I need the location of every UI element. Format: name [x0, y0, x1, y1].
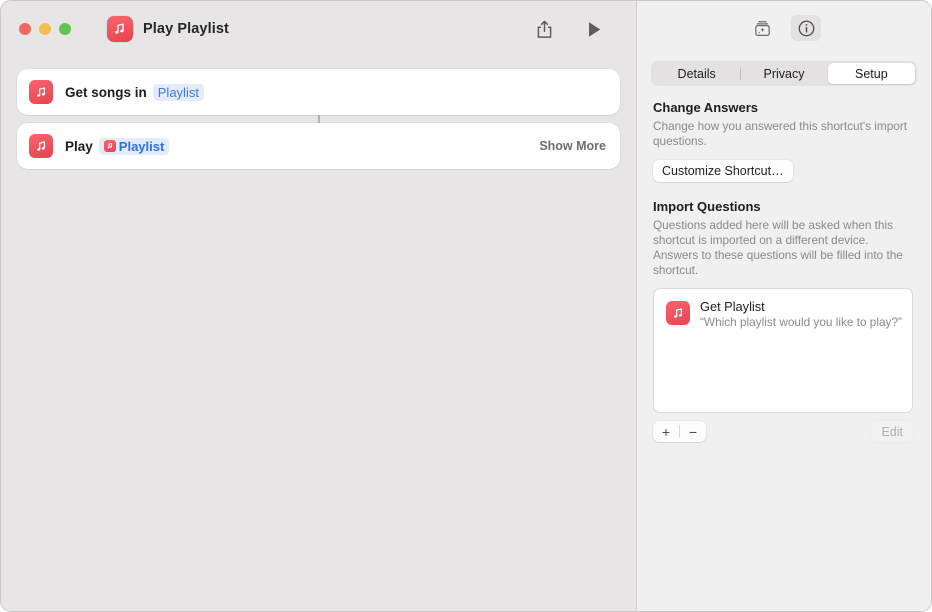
action-parameter-playlist[interactable]: Playlist — [152, 83, 204, 101]
action-variable-playlist[interactable]: Playlist — [98, 137, 170, 155]
add-remove-segmented-control: + − — [653, 421, 706, 442]
music-app-icon — [29, 134, 53, 158]
tab-divider — [740, 68, 742, 79]
question-prompt: “Which playlist would you like to play?” — [700, 315, 902, 329]
action-card-text: Play Playlist — [65, 137, 170, 155]
variable-label: Playlist — [118, 138, 165, 154]
share-icon[interactable] — [532, 17, 556, 41]
change-answers-description: Change how you answered this shortcut's … — [653, 119, 908, 148]
action-label: Play — [65, 138, 93, 154]
customize-shortcut-button[interactable]: Customize Shortcut… — [653, 160, 793, 182]
action-label: Get songs in — [65, 84, 147, 100]
close-button[interactable] — [19, 23, 31, 35]
question-text: Get Playlist “Which playlist would you l… — [700, 299, 902, 329]
play-icon[interactable] — [582, 17, 606, 41]
edit-question-button[interactable]: Edit — [871, 421, 913, 442]
inspector-tabs: Details Privacy Setup — [651, 61, 917, 86]
question-title: Get Playlist — [700, 299, 765, 314]
action-card-play[interactable]: Play Playlist Show More — [17, 123, 620, 169]
page-title: Play Playlist — [143, 21, 229, 37]
setup-panel: Change Answers Change how you answered t… — [637, 86, 931, 442]
maximize-button[interactable] — [59, 23, 71, 35]
change-answers-title: Change Answers — [653, 100, 758, 115]
music-app-icon — [29, 80, 53, 104]
questions-list-footer: + − Edit — [653, 421, 913, 442]
actions-list: Get songs in Playlist Play Playlist Show… — [1, 57, 636, 169]
action-library-icon[interactable] — [747, 15, 777, 41]
inspector-pane: Details Privacy Setup Change Answers Cha… — [637, 1, 931, 611]
tab-privacy[interactable]: Privacy — [740, 63, 827, 84]
import-questions-section: Import Questions Questions added here wi… — [653, 199, 913, 442]
inspector-toolbar — [637, 1, 931, 57]
music-app-icon — [107, 16, 133, 42]
import-questions-title: Import Questions — [653, 199, 761, 214]
music-app-icon — [666, 301, 690, 325]
show-more-button[interactable]: Show More — [539, 139, 606, 153]
music-variable-icon — [103, 140, 116, 152]
tab-details[interactable]: Details — [653, 63, 740, 84]
tab-setup[interactable]: Setup — [827, 63, 915, 84]
toolbar-actions — [532, 17, 620, 41]
tab-label: Details — [677, 66, 716, 81]
tab-label: Privacy — [763, 66, 805, 81]
action-card-text: Get songs in Playlist — [65, 83, 204, 101]
tab-label: Setup — [854, 66, 888, 81]
shortcuts-window: Play Playlist Get songs in Playlist Play… — [0, 0, 932, 612]
add-question-button[interactable]: + — [653, 421, 679, 442]
editor-pane: Play Playlist Get songs in Playlist Play… — [1, 1, 637, 611]
info-icon[interactable] — [791, 15, 821, 41]
window-toolbar: Play Playlist — [1, 1, 636, 57]
list-item[interactable]: Get Playlist “Which playlist would you l… — [654, 297, 912, 329]
minimize-button[interactable] — [39, 23, 51, 35]
parameter-label: Playlist — [157, 84, 199, 100]
import-questions-description: Questions added here will be asked when … — [653, 218, 903, 277]
traffic-lights — [19, 23, 71, 35]
action-card-get-songs[interactable]: Get songs in Playlist — [17, 69, 620, 115]
remove-question-button[interactable]: − — [680, 421, 706, 442]
title-group: Play Playlist — [107, 16, 229, 42]
change-answers-section: Change Answers Change how you answered t… — [653, 100, 913, 182]
import-questions-list[interactable]: Get Playlist “Which playlist would you l… — [653, 288, 913, 413]
